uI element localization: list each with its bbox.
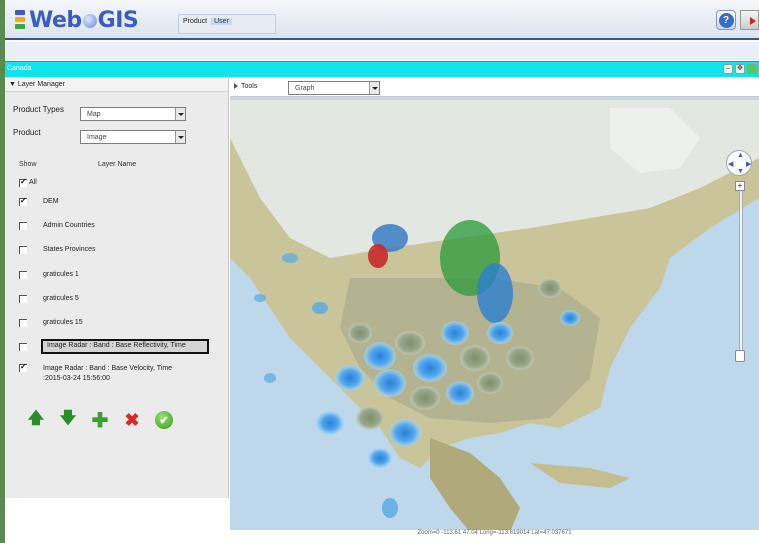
left-panel-footer xyxy=(5,498,229,543)
delete-icon: ✖ xyxy=(124,409,140,430)
product-types-label: Product Types xyxy=(13,105,64,114)
coordinates-readout: Zoom=0 -113.61 47.04 Long=-113.619014 La… xyxy=(417,530,572,536)
layer-row: graticules 15 xyxy=(13,318,223,332)
chevron-down-icon xyxy=(175,131,185,143)
product-user-box: Product User xyxy=(178,14,276,34)
layer-checkbox[interactable] xyxy=(19,362,27,372)
logo-web: Web xyxy=(29,7,82,33)
tools-toggle[interactable]: Tools xyxy=(234,83,257,90)
layer-checkbox[interactable] xyxy=(19,196,27,206)
logo-gis: GIS xyxy=(97,7,139,33)
layer-manager-header[interactable]: ▼ Layer Manager xyxy=(5,78,228,92)
product-select[interactable]: Image xyxy=(80,130,186,144)
layer-name[interactable]: Image Radar : Band : Base Velocity, Time xyxy=(43,365,172,372)
layer-checkbox[interactable] xyxy=(19,222,27,230)
plus-icon: ✚ xyxy=(91,409,109,432)
layer-name-column-header: Layer Name xyxy=(98,161,137,168)
graph-select-value: Graph xyxy=(295,85,315,92)
layer-time: :2015-03-24 15:56:00 xyxy=(43,375,110,382)
product-types-select[interactable]: Map xyxy=(80,107,186,121)
layer-name[interactable]: DEM xyxy=(43,198,59,205)
selected-layer-name[interactable]: Image Radar : Band : Base Reflectivity, … xyxy=(41,339,209,354)
user-tab[interactable]: User xyxy=(211,18,232,25)
product-tab[interactable]: Product xyxy=(183,18,207,25)
layer-checkbox[interactable] xyxy=(19,319,27,327)
chevron-down-icon xyxy=(175,108,185,120)
product-value: Image xyxy=(87,134,107,141)
apply-button[interactable]: ✔ xyxy=(155,411,173,429)
layer-row: graticules 1 xyxy=(13,270,223,284)
header-subbar xyxy=(5,42,759,60)
globe-icon xyxy=(82,13,97,28)
add-layer-button[interactable]: ✚ xyxy=(91,410,109,432)
chevron-down-icon xyxy=(369,82,379,94)
minimize-icon[interactable]: – xyxy=(723,64,733,74)
maximize-icon[interactable]: ✥ xyxy=(735,64,745,74)
layer-name[interactable]: graticules 1 xyxy=(43,271,79,278)
product-label: Product xyxy=(13,128,41,137)
move-up-button[interactable]: 🡅 xyxy=(27,410,45,429)
pan-right-icon[interactable]: ▶ xyxy=(746,160,751,168)
layer-name[interactable]: graticules 15 xyxy=(43,319,83,326)
map-view[interactable]: Tools Graph ▲ ◀ ▶ ▼ + xyxy=(230,78,759,532)
delete-layer-button[interactable]: ✖ xyxy=(123,409,141,430)
zoom-in-button[interactable]: + xyxy=(735,181,745,191)
layer-row: Image Radar : Band : Base Velocity, Time… xyxy=(13,362,223,385)
layer-row: States Provinces xyxy=(13,245,223,259)
logo-mark-icon xyxy=(15,10,27,30)
zoom-slider-thumb[interactable] xyxy=(735,350,745,362)
layer-row: DEM xyxy=(13,196,223,211)
app-header: Web GIS Product User ? xyxy=(5,0,759,40)
map-status-bar: Zoom=0 -113.61 47.04 Long=-113.619014 La… xyxy=(230,530,759,543)
layer-action-buttons: 🡅 🡇 ✚ ✖ ✔ xyxy=(27,409,173,432)
layer-name[interactable]: States Provinces xyxy=(43,246,96,253)
pan-up-icon[interactable]: ▲ xyxy=(737,152,744,159)
layer-name[interactable]: graticules 5 xyxy=(43,295,79,302)
pan-control[interactable]: ▲ ◀ ▶ ▼ xyxy=(726,150,752,176)
help-button[interactable]: ? xyxy=(716,10,736,30)
arrow-up-icon: 🡅 xyxy=(27,409,45,427)
arrow-down-icon: 🡇 xyxy=(59,409,77,427)
pan-left-icon[interactable]: ◀ xyxy=(728,160,733,168)
tools-bar: Tools Graph xyxy=(230,78,759,97)
layer-name: Image Radar : Band : Base Reflectivity, … xyxy=(47,342,186,349)
layer-manager-panel: ▼ Layer Manager Product Types Map Produc… xyxy=(5,78,229,498)
zoom-slider[interactable] xyxy=(739,182,743,360)
tools-label: Tools xyxy=(241,83,258,90)
product-types-value: Map xyxy=(87,111,101,118)
layer-checkbox[interactable] xyxy=(19,295,27,303)
layer-name[interactable]: Admin Countries xyxy=(43,222,95,229)
app-window: Web GIS Product User ? Canada – ✥ ▼ Layer… xyxy=(5,0,759,543)
layer-checkbox[interactable] xyxy=(19,343,27,351)
webgis-logo: Web GIS xyxy=(15,6,139,34)
help-icon: ? xyxy=(718,12,734,28)
graph-select[interactable]: Graph xyxy=(288,81,380,95)
layer-row: Admin Countries xyxy=(13,221,223,235)
layer-row-selected: Image Radar : Band : Base Reflectivity, … xyxy=(13,339,223,356)
restore-icon[interactable] xyxy=(747,64,757,74)
map-title: Canada xyxy=(7,65,32,72)
check-icon: ✔ xyxy=(159,414,169,427)
show-column-header: Show xyxy=(19,161,37,168)
triangle-right-icon xyxy=(234,83,238,90)
pan-down-icon[interactable]: ▼ xyxy=(737,168,744,175)
layer-checkbox[interactable] xyxy=(19,271,27,279)
all-label: All xyxy=(29,179,37,186)
exit-button[interactable] xyxy=(740,10,759,30)
move-down-button[interactable]: 🡇 xyxy=(59,410,77,429)
map-title-bar: Canada – ✥ xyxy=(5,61,759,77)
logo-text: Web GIS xyxy=(29,7,139,33)
map-canvas[interactable] xyxy=(230,78,759,532)
layer-checkbox[interactable] xyxy=(19,246,27,254)
layer-manager-title: Layer Manager xyxy=(17,81,65,88)
all-layers-row: All xyxy=(13,177,223,192)
layer-row: graticules 5 xyxy=(13,294,223,308)
all-checkbox[interactable] xyxy=(19,177,27,187)
